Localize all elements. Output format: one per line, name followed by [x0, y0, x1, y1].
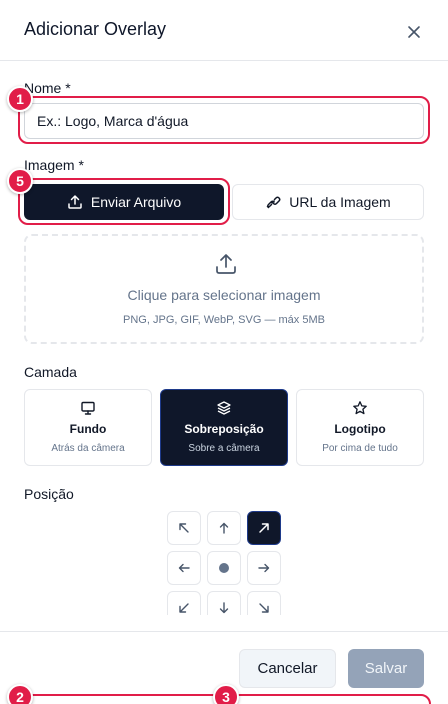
annotation-badge-3: 3 — [213, 684, 239, 704]
dialog-header: Adicionar Overlay — [0, 0, 448, 61]
tab-image-url[interactable]: URL da Imagem — [232, 184, 424, 220]
layer-option-logo[interactable]: Logotipo Por cima de tudo — [296, 389, 424, 466]
arrow-down-icon — [219, 602, 229, 614]
arrow-down-left-icon — [179, 603, 189, 613]
layer-option-overlay[interactable]: Sobreposição Sobre a câmera — [160, 389, 288, 466]
layer-option-title: Fundo — [69, 422, 107, 436]
layers-icon — [217, 401, 231, 415]
dialog-title: Adicionar Overlay — [24, 19, 167, 39]
position-top-right[interactable] — [247, 511, 281, 545]
upload-icon — [216, 254, 236, 274]
arrow-up-right-icon — [259, 523, 269, 533]
link-icon — [267, 196, 281, 209]
position-label: Posição — [24, 486, 74, 502]
position-left[interactable] — [167, 551, 201, 585]
position-bottom-right[interactable] — [247, 591, 281, 615]
position-bottom-left[interactable] — [167, 591, 201, 615]
position-bottom[interactable] — [207, 591, 241, 615]
annotation-badge-1: 1 — [7, 86, 33, 112]
layer-option-title: Sobreposição — [184, 422, 264, 436]
layer-label: Camada — [24, 364, 77, 380]
arrow-up-left-icon — [179, 523, 189, 533]
close-button[interactable] — [402, 20, 426, 44]
arrow-right-icon — [258, 563, 270, 573]
layer-option-subtitle: Sobre a câmera — [188, 443, 260, 454]
star-icon — [353, 401, 367, 415]
close-icon — [408, 26, 420, 38]
tab-url-label: URL da Imagem — [289, 194, 391, 210]
annotation-badge-2: 2 — [7, 684, 33, 704]
position-top-left[interactable] — [167, 511, 201, 545]
center-dot-icon — [219, 563, 229, 573]
monitor-icon — [81, 401, 95, 415]
arrow-up-icon — [219, 522, 229, 534]
layer-option-background[interactable]: Fundo Atrás da câmera — [24, 389, 152, 466]
layer-option-subtitle: Por cima de tudo — [322, 443, 398, 454]
layer-option-subtitle: Atrás da câmera — [51, 443, 125, 454]
dropzone-title: Clique para selecionar imagem — [127, 287, 321, 303]
position-center[interactable] — [207, 551, 241, 585]
annotation-badge-5: 5 — [7, 168, 33, 194]
arrow-down-right-icon — [259, 603, 269, 613]
dropzone-subtitle: PNG, JPG, GIF, WebP, SVG — máx 5MB — [123, 314, 325, 326]
upload-dropzone[interactable]: Clique para selecionar imagem PNG, JPG, … — [24, 234, 424, 344]
cancel-button[interactable]: Cancelar — [239, 649, 336, 688]
position-grid — [166, 510, 284, 615]
highlight-box-5 — [18, 178, 230, 225]
image-label: Imagem * — [24, 157, 84, 173]
highlight-box-1 — [18, 96, 430, 144]
position-right[interactable] — [247, 551, 281, 585]
layer-option-title: Logotipo — [334, 422, 386, 436]
position-top[interactable] — [207, 511, 241, 545]
save-button[interactable]: Salvar — [348, 649, 424, 688]
arrow-left-icon — [178, 563, 190, 573]
